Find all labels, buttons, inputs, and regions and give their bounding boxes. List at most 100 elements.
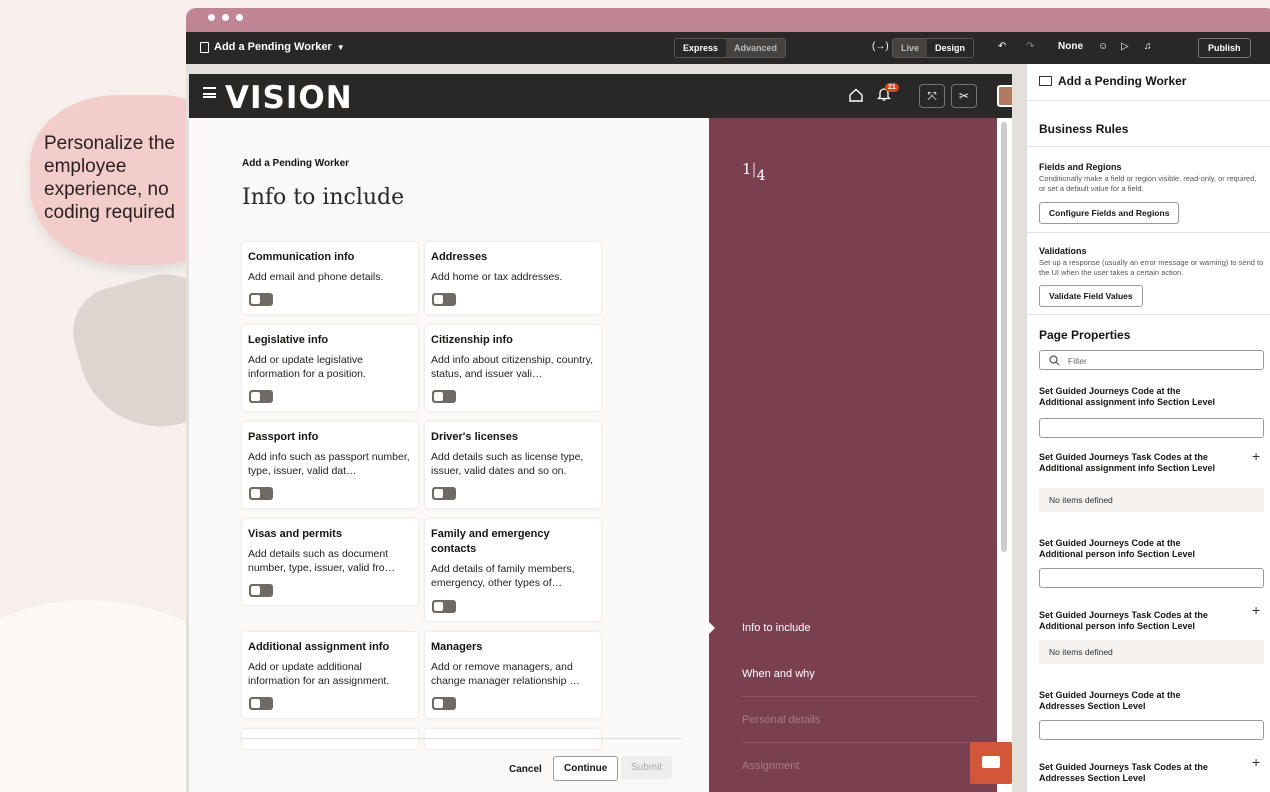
card-title: Communication info	[248, 251, 355, 263]
property-label: Set Guided Journeys Code at the Addition…	[1039, 386, 1216, 407]
vision-app: VISION 21 ⤧ ✂ Add a Pending Worker Info …	[189, 74, 1012, 792]
card-partial	[425, 729, 601, 749]
divider	[1027, 314, 1270, 315]
card-title: Driver's licenses	[431, 431, 519, 443]
card-title: Additional assignment info	[248, 641, 390, 653]
property-label: Set Guided Journeys Task Codes at the Ad…	[1039, 452, 1216, 473]
card-description: Add home or tax addresses.	[431, 271, 563, 283]
continue-button[interactable]: Continue	[553, 756, 619, 781]
document-title[interactable]: Add a Pending Worker ▼	[200, 41, 345, 53]
vision-header: VISION 21 ⤧ ✂	[189, 74, 1012, 118]
design-canvas: VISION 21 ⤧ ✂ Add a Pending Worker Info …	[186, 64, 1270, 792]
toggle-switch[interactable]	[249, 487, 273, 500]
publish-button[interactable]: Publish	[1198, 38, 1251, 58]
toggle-switch[interactable]	[249, 584, 273, 597]
page-title: Info to include	[242, 185, 405, 210]
step-assignment[interactable]: Assignment	[742, 760, 799, 772]
property-label: Set Guided Journeys Task Codes at the Ad…	[1039, 610, 1208, 631]
card-title: Passport info	[248, 431, 319, 443]
filter-input[interactable]: Filter	[1039, 350, 1264, 370]
card-description: Add or update additional information for…	[248, 661, 390, 687]
undo-icon[interactable]: ↶	[998, 41, 1006, 52]
toggle-switch[interactable]	[249, 293, 273, 306]
add-icon[interactable]: +	[1252, 754, 1260, 770]
card-communication-info: Communication info Add email and phone d…	[242, 242, 418, 314]
menu-icon[interactable]	[203, 87, 216, 98]
notifications-icon[interactable]: ♫	[1144, 41, 1152, 52]
configure-fields-button[interactable]: Configure Fields and Regions	[1039, 202, 1180, 224]
window-controls	[208, 14, 243, 21]
variables-icon[interactable]: (→)	[872, 41, 889, 52]
document-icon	[200, 41, 209, 53]
none-label[interactable]: None	[1058, 41, 1083, 52]
property-label: Set Guided Journeys Code at the Addresse…	[1039, 690, 1181, 711]
settings-tools-icon[interactable]: ✂	[951, 84, 977, 108]
card-managers: Managers Add or remove managers, and cha…	[425, 632, 601, 718]
fields-and-regions-desc: Conditionally make a field or region vis…	[1039, 174, 1257, 193]
validate-field-values-button[interactable]: Validate Field Values	[1039, 285, 1143, 307]
toggle-switch[interactable]	[432, 390, 456, 403]
mode-express-button[interactable]: Express	[675, 39, 727, 57]
empty-list: No items defined	[1039, 488, 1264, 512]
view-switch: Live Design	[892, 38, 975, 58]
guided-journeys-code-input[interactable]	[1039, 418, 1264, 438]
card-legislative-info: Legislative info Add or update legislati…	[242, 325, 418, 411]
submit-button[interactable]: Submit	[621, 756, 673, 779]
card-title: Citizenship info	[431, 334, 513, 346]
train-stops-panel: 1|4 Info to include When and why Persona…	[709, 118, 997, 792]
cancel-button[interactable]: Cancel	[499, 758, 552, 781]
design-button[interactable]: Design	[927, 39, 974, 57]
property-label: Set Guided Journeys Task Codes at the Ad…	[1039, 762, 1208, 783]
page-icon	[1039, 76, 1052, 86]
business-rules-heading: Business Rules	[1039, 122, 1129, 136]
card-description: Add details such as document number, typ…	[248, 548, 396, 574]
redo-icon[interactable]: ↷	[1026, 41, 1034, 52]
chat-icon[interactable]	[970, 742, 1012, 784]
step-total: 4	[756, 168, 766, 184]
card-description: Add info about citizenship, country, sta…	[431, 354, 594, 380]
toggle-switch[interactable]	[432, 487, 456, 500]
validations-desc: Set up a response (usually an error mess…	[1039, 258, 1264, 277]
toggle-switch[interactable]	[249, 390, 273, 403]
filter-placeholder: Filter	[1068, 356, 1087, 366]
guided-journeys-code-input[interactable]	[1039, 720, 1264, 740]
card-title: Managers	[431, 641, 483, 653]
add-icon[interactable]: +	[1252, 448, 1260, 464]
divider	[1027, 232, 1270, 233]
preview-icon[interactable]: ▷	[1121, 41, 1129, 52]
toggle-switch[interactable]	[432, 293, 456, 306]
step-info-to-include[interactable]: Info to include	[742, 622, 811, 634]
guided-journeys-code-input[interactable]	[1039, 568, 1264, 588]
validations-title: Validations	[1039, 246, 1087, 256]
editor-toolbar: Add a Pending Worker ▼ Express Advanced …	[186, 32, 1270, 64]
card-description: Add info such as passport number, type, …	[248, 451, 410, 477]
step-personal-details[interactable]: Personal details	[742, 714, 820, 726]
card-additional-assignment-info: Additional assignment info Add or update…	[242, 632, 418, 718]
page-properties-heading: Page Properties	[1039, 328, 1131, 342]
add-icon[interactable]: +	[1252, 602, 1260, 618]
tools-icon[interactable]: ⤧	[919, 84, 945, 108]
card-partial	[242, 729, 418, 749]
breadcrumb: Add a Pending Worker	[242, 158, 350, 169]
step-when-and-why[interactable]: When and why	[742, 668, 815, 680]
card-title: Addresses	[431, 251, 488, 263]
vision-logo: VISION	[225, 80, 353, 116]
card-description: Add or update legislative information fo…	[248, 354, 366, 380]
live-button[interactable]: Live	[893, 39, 928, 57]
card-description: Add email and phone details.	[248, 271, 384, 283]
toggle-switch[interactable]	[432, 697, 456, 710]
scrollbar[interactable]	[997, 118, 1012, 792]
card-title: Visas and permits	[248, 528, 342, 540]
home-icon[interactable]	[849, 88, 863, 102]
card-family-and-emergency-contacts: Family and emergency contacts Add detail…	[425, 519, 601, 621]
toggle-switch[interactable]	[249, 697, 273, 710]
smiley-icon[interactable]: ☺	[1098, 41, 1108, 52]
panel-title-label: Add a Pending Worker	[1058, 74, 1187, 88]
mode-advanced-button[interactable]: Advanced	[726, 39, 786, 57]
avatar[interactable]	[997, 85, 1012, 107]
card-citizenship-info: Citizenship info Add info about citizens…	[425, 325, 601, 411]
panel-title: Add a Pending Worker	[1039, 74, 1186, 88]
main-content: Add a Pending Worker Info to include Com…	[189, 118, 709, 792]
toggle-switch[interactable]	[432, 600, 456, 613]
card-title: Legislative info	[248, 334, 329, 346]
